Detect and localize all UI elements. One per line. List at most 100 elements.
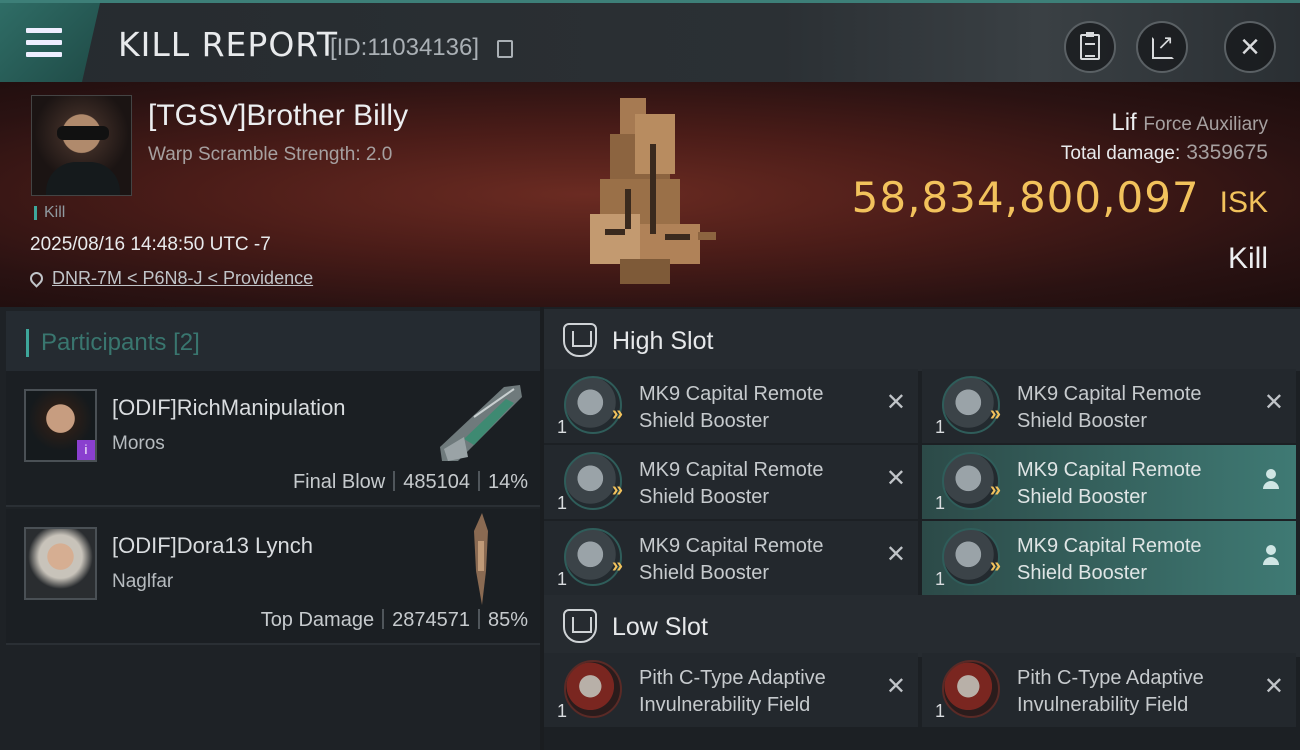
dropped-person-icon	[1262, 545, 1280, 567]
module-quantity: 1	[557, 569, 568, 589]
participant-name[interactable]: [ODIF]RichManipulation	[112, 395, 346, 421]
module-name: Pith C-Type Adaptive Invulnerability Fie…	[639, 667, 826, 716]
high-slot-icon	[563, 323, 597, 357]
module-quantity: 1	[557, 417, 568, 437]
shield-booster-icon: »	[942, 452, 1001, 510]
total-damage-label: Total damage:	[1060, 143, 1181, 164]
page-title: KILL REPORT	[118, 25, 338, 64]
low-slot-title: Low Slot	[612, 613, 708, 641]
dropped-person-icon	[1262, 469, 1280, 491]
shield-booster-icon: »	[564, 528, 623, 586]
total-damage-value: 3359675	[1186, 141, 1268, 164]
participant-role: Final Blow	[292, 471, 386, 493]
module-name: MK9 Capital Remote Shield Booster	[1017, 459, 1202, 508]
participant-stats: Final Blow 485104 14%	[293, 471, 528, 494]
close-button[interactable]: ×	[1224, 21, 1276, 73]
victim-name[interactable]: [TGSV]Brother Billy	[148, 99, 408, 133]
participant-stats: Top Damage 2874571 85%	[261, 609, 528, 632]
shield-booster-icon: »	[564, 376, 623, 434]
invulnerability-field-icon	[564, 660, 622, 718]
participants-header: Participants [2]	[6, 311, 540, 371]
destroyed-icon: ✕	[1263, 389, 1284, 416]
share-button[interactable]	[1136, 21, 1188, 73]
participant-row[interactable]: [ODIF]Dora13 Lynch Naglfar Top Damage 287…	[6, 509, 540, 645]
module-quantity: 1	[935, 701, 946, 721]
invulnerability-field-icon	[942, 660, 1000, 718]
module-quantity: 1	[935, 417, 946, 437]
participant-ship-image	[474, 513, 488, 605]
ship-class: Force Auxiliary	[1143, 114, 1268, 135]
warp-scramble-strength: Warp Scramble Strength: 2.0	[148, 144, 393, 165]
participant-damage: 485104	[403, 471, 470, 493]
participant-damage: 2874571	[392, 609, 470, 631]
location-pin-icon	[27, 269, 46, 288]
kill-tag: Kill	[34, 205, 65, 221]
module-quantity: 1	[935, 569, 946, 589]
top-bar: KILL REPORT [ID:11034136] ×	[0, 0, 1300, 82]
total-damage: Total damage: 3359675	[1061, 141, 1268, 165]
close-icon: ×	[1240, 28, 1260, 66]
clipboard-button[interactable]	[1064, 21, 1116, 73]
module-item[interactable]: » 1 MK9 Capital Remote Shield Booster ✕	[544, 369, 918, 443]
result-label: Kill	[1227, 242, 1268, 275]
participant-portrait[interactable]: i	[24, 389, 97, 462]
share-icon	[1152, 30, 1174, 59]
module-name: MK9 Capital Remote Shield Booster	[639, 383, 824, 432]
module-name: MK9 Capital Remote Shield Booster	[639, 459, 824, 508]
module-quantity: 1	[935, 493, 946, 513]
module-item[interactable]: » 1 MK9 Capital Remote Shield Booster	[922, 445, 1296, 519]
isk-value: 58,834,800,097 ISK	[852, 173, 1268, 222]
low-slot-icon	[563, 609, 597, 643]
participants-label: Participants	[41, 329, 167, 356]
module-item[interactable]: 1 Pith C-Type Adaptive Invulnerability F…	[922, 653, 1296, 727]
participant-ship: Naglfar	[112, 571, 174, 592]
copy-icon[interactable]	[497, 40, 513, 58]
location-text: DNR-7M < P6N8-J < Providence	[52, 268, 314, 288]
participant-ship-image	[440, 385, 522, 461]
module-item[interactable]: » 1 MK9 Capital Remote Shield Booster	[922, 521, 1296, 595]
menu-button[interactable]	[0, 3, 100, 82]
kill-timestamp: 2025/08/16 14:48:50 UTC -7	[30, 234, 271, 255]
victim-ship[interactable]: Lif Force Auxiliary	[1111, 109, 1268, 137]
module-item[interactable]: » 1 MK9 Capital Remote Shield Booster ✕	[922, 369, 1296, 443]
isk-amount: 58,834,800,097	[851, 173, 1200, 222]
module-quantity: 1	[557, 701, 568, 721]
participant-role: Top Damage	[260, 609, 375, 631]
destroyed-icon: ✕	[885, 541, 906, 568]
destroyed-icon: ✕	[885, 673, 906, 700]
module-item[interactable]: » 1 MK9 Capital Remote Shield Booster ✕	[544, 521, 918, 595]
victim-portrait[interactable]	[31, 95, 132, 196]
fitting-panel: High Slot » 1 MK9 Capital Remote Shield …	[544, 307, 1300, 750]
report-id: [ID:11034136]	[330, 34, 480, 61]
high-slot-header: High Slot	[544, 309, 1300, 371]
destroyed-icon: ✕	[885, 465, 906, 492]
participants-count: [2]	[173, 329, 200, 356]
module-name: Pith C-Type Adaptive Invulnerability Fie…	[1017, 667, 1204, 716]
participant-percent: 14%	[487, 471, 528, 493]
ship-name: Lif	[1111, 109, 1137, 136]
module-name: MK9 Capital Remote Shield Booster	[1017, 383, 1202, 432]
participants-panel: Participants [2] i [ODIF]RichManipulatio…	[0, 307, 540, 750]
shield-booster-icon: »	[942, 528, 1001, 586]
participant-row[interactable]: i [ODIF]RichManipulation Moros Final Blo…	[6, 371, 540, 507]
destroyed-icon: ✕	[885, 389, 906, 416]
high-slot-title: High Slot	[612, 327, 714, 355]
victim-ship-image	[590, 98, 716, 284]
module-item[interactable]: » 1 MK9 Capital Remote Shield Booster ✕	[544, 445, 918, 519]
module-name: MK9 Capital Remote Shield Booster	[1017, 535, 1202, 584]
isk-unit: ISK	[1219, 186, 1268, 219]
low-slot-header: Low Slot	[544, 595, 1300, 657]
module-quantity: 1	[557, 493, 568, 513]
location-link[interactable]: DNR-7M < P6N8-J < Providence	[27, 268, 314, 289]
participant-name[interactable]: [ODIF]Dora13 Lynch	[112, 533, 313, 559]
destroyed-icon: ✕	[1263, 673, 1284, 700]
participant-ship: Moros	[112, 433, 165, 454]
module-item[interactable]: 1 Pith C-Type Adaptive Invulnerability F…	[544, 653, 918, 727]
victim-banner: [TGSV]Brother Billy Warp Scramble Streng…	[0, 82, 1300, 307]
clipboard-icon	[1080, 32, 1100, 60]
participant-portrait[interactable]	[24, 527, 97, 600]
shield-booster-icon: »	[942, 376, 1001, 434]
participants-title: Participants [2]	[26, 329, 200, 357]
shield-booster-icon: »	[564, 452, 623, 510]
info-badge-icon: i	[77, 440, 95, 460]
